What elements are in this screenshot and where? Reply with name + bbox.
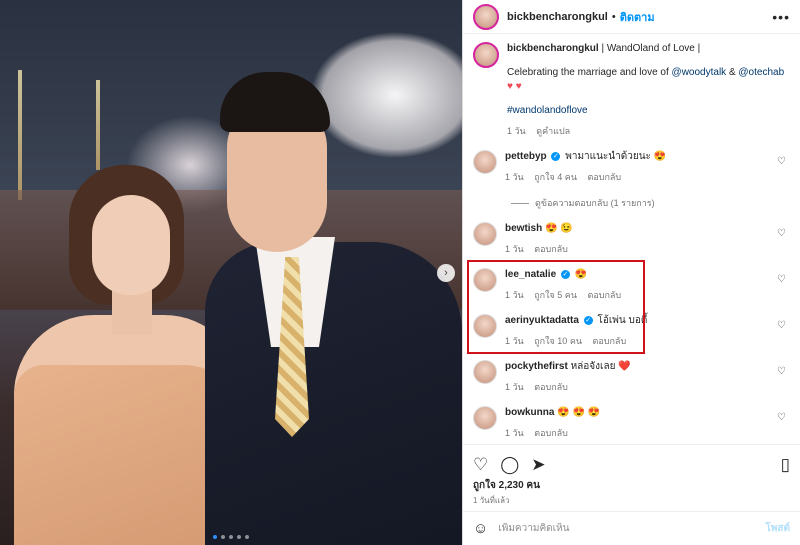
- comment-likes[interactable]: ถูกใจ 5 คน: [534, 290, 577, 300]
- comment-username[interactable]: bewtish: [505, 223, 542, 234]
- like-comment-heart-icon[interactable]: ♡: [777, 366, 786, 377]
- caption-and: &: [728, 67, 736, 78]
- comment-time: 1 วัน: [505, 428, 524, 438]
- translate-link[interactable]: ดูคำแปล: [536, 126, 570, 136]
- like-comment-heart-icon[interactable]: ♡: [777, 412, 786, 423]
- comment-username[interactable]: bowkunna: [505, 407, 554, 418]
- comment-item: pockythefirst หล่อจังเลย ❤️ 1 วัน ตอบกลั…: [473, 360, 790, 394]
- comment-username[interactable]: aerinyuktadatta: [505, 315, 579, 326]
- comment-text: 😍: [574, 269, 588, 280]
- post-header: bickbencharongkul • ติดตาม •••: [463, 0, 800, 34]
- like-comment-heart-icon[interactable]: ♡: [777, 274, 786, 285]
- comment-bubble-icon[interactable]: ◯: [500, 455, 519, 475]
- verified-badge-icon: ✓: [583, 315, 593, 325]
- view-replies-label: ดูข้อความตอบกลับ (1 รายการ): [535, 198, 655, 208]
- avatar[interactable]: [473, 360, 497, 384]
- comment-text: โอ้เพ่น บอดี้: [597, 315, 648, 326]
- comment-text: หล่อจังเลย ❤️: [570, 361, 631, 372]
- caption-text: Celebrating the marriage and love of: [507, 67, 669, 78]
- posted-time: 1 วันที่แล้ว: [473, 496, 510, 505]
- comment-item: bewtish 😍 😉 1 วัน ตอบกลับ ♡: [473, 222, 790, 256]
- avatar[interactable]: [473, 406, 497, 430]
- comment-text: พามาแนะนำด้วยนะ 😍: [565, 151, 667, 162]
- avatar[interactable]: [473, 150, 497, 174]
- post-username[interactable]: bickbencharongkul: [507, 11, 608, 23]
- avatar[interactable]: [473, 314, 497, 338]
- hashtag-link[interactable]: #wandolandoflove: [507, 104, 784, 118]
- post-photo[interactable]: ›: [0, 0, 462, 545]
- chevron-right-icon: ›: [444, 267, 448, 279]
- comment-likes[interactable]: ถูกใจ 10 คน: [534, 336, 582, 346]
- reply-button[interactable]: ตอบกลับ: [593, 336, 627, 346]
- post-side-panel: bickbencharongkul • ติดตาม ••• bickbench…: [462, 0, 800, 545]
- caption-time: 1 วัน: [507, 126, 526, 136]
- follow-button[interactable]: ติดตาม: [620, 8, 655, 26]
- avatar[interactable]: [473, 268, 497, 292]
- verified-badge-icon: ✓: [551, 151, 561, 161]
- comments-scroll[interactable]: bickbencharongkul | WandOland of Love | …: [463, 34, 800, 444]
- caption: bickbencharongkul | WandOland of Love | …: [473, 42, 790, 138]
- comment-time: 1 วัน: [505, 244, 524, 254]
- comment-time: 1 วัน: [505, 290, 524, 300]
- caption-title: | WandOland of Love |: [601, 43, 701, 54]
- man-figure: [205, 72, 462, 545]
- reply-button[interactable]: ตอบกลับ: [534, 244, 568, 254]
- mention-link[interactable]: @woodytalk: [672, 67, 727, 78]
- avatar[interactable]: [473, 42, 499, 68]
- bookmark-icon[interactable]: ▯: [781, 455, 790, 475]
- add-comment-bar: ☺ โพสต์: [463, 511, 800, 545]
- comment-username[interactable]: lee_natalie: [505, 269, 556, 280]
- reply-button[interactable]: ตอบกลับ: [534, 428, 568, 438]
- likes-count[interactable]: ถูกใจ 2,230 คน: [473, 478, 540, 493]
- like-comment-heart-icon[interactable]: ♡: [777, 320, 786, 331]
- like-heart-icon[interactable]: ♡: [473, 455, 488, 475]
- stage-light: [96, 80, 100, 170]
- view-replies[interactable]: ดูข้อความตอบกลับ (1 รายการ): [511, 196, 790, 210]
- comment-text: 😍 😉: [545, 223, 573, 234]
- comment-item: lee_natalie ✓ 😍 1 วัน ถูกใจ 5 คน ตอบกลับ…: [473, 268, 790, 302]
- hearts-emoji: ♥ ♥: [507, 81, 522, 92]
- carousel-indicator: [0, 535, 462, 539]
- more-icon[interactable]: •••: [772, 9, 790, 25]
- comment-time: 1 วัน: [505, 336, 524, 346]
- comment-input[interactable]: [498, 523, 756, 534]
- next-photo-button[interactable]: ›: [437, 264, 455, 282]
- comment-likes[interactable]: ถูกใจ 4 คน: [534, 172, 577, 182]
- emoji-icon[interactable]: ☺: [473, 520, 488, 537]
- comment-username[interactable]: pettebyp: [505, 151, 547, 162]
- comment-time: 1 วัน: [505, 172, 524, 182]
- verified-badge-icon: ✓: [560, 269, 570, 279]
- post-comment-button[interactable]: โพสต์: [765, 521, 790, 536]
- reply-button[interactable]: ตอบกลับ: [588, 290, 622, 300]
- caption-username[interactable]: bickbencharongkul: [507, 43, 599, 54]
- comment-username[interactable]: pockythefirst: [505, 361, 568, 372]
- like-comment-heart-icon[interactable]: ♡: [777, 156, 786, 167]
- comment-item: bowkunna 😍 😍 😍 1 วัน ตอบกลับ ♡: [473, 406, 790, 440]
- reply-button[interactable]: ตอบกลับ: [588, 172, 622, 182]
- comment-text: 😍 😍 😍: [557, 407, 601, 418]
- share-send-icon[interactable]: ➤: [531, 455, 545, 475]
- comment-item: pettebyp ✓ พามาแนะนำด้วยนะ 😍 1 วัน ถูกใจ…: [473, 150, 790, 184]
- reply-button[interactable]: ตอบกลับ: [534, 382, 568, 392]
- comment-time: 1 วัน: [505, 382, 524, 392]
- like-comment-heart-icon[interactable]: ♡: [777, 228, 786, 239]
- comment-item: aerinyuktadatta ✓ โอ้เพ่น บอดี้ 1 วัน ถู…: [473, 314, 790, 348]
- separator: •: [611, 10, 616, 23]
- avatar[interactable]: [473, 222, 497, 246]
- mention-link[interactable]: @otechab: [738, 67, 784, 78]
- avatar[interactable]: [473, 3, 499, 30]
